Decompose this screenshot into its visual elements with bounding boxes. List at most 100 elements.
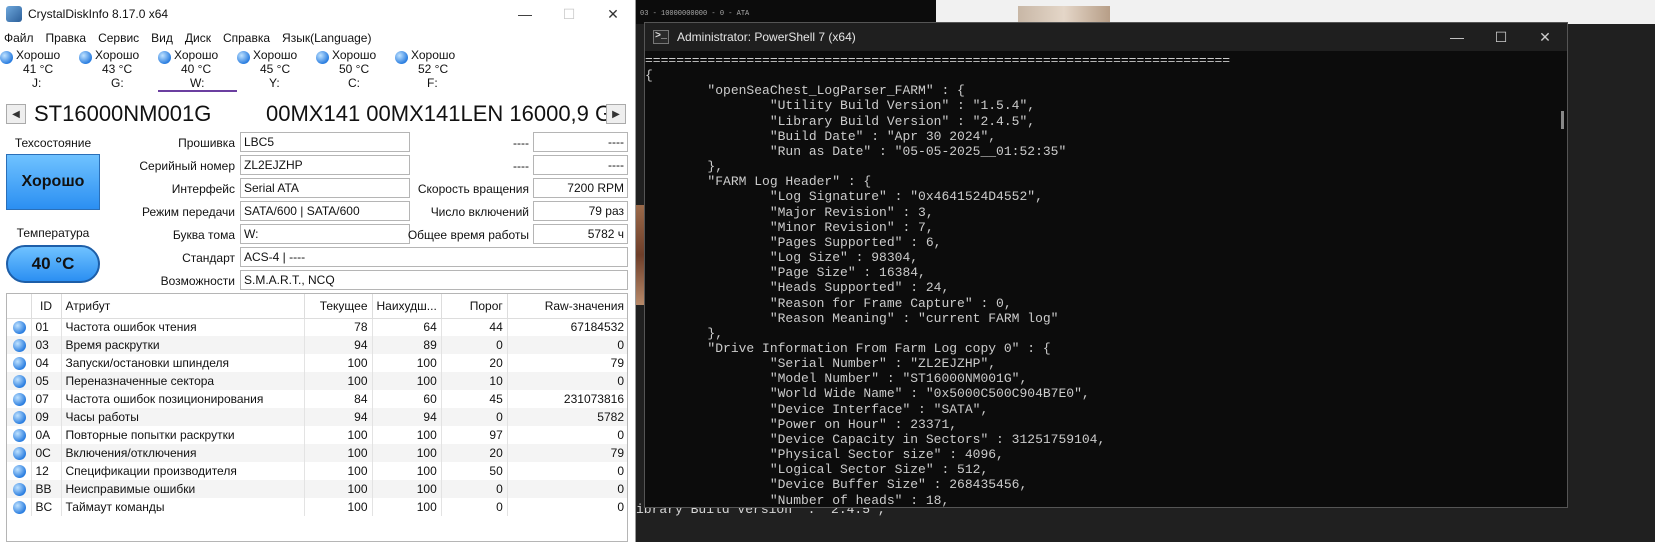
- maximize-button[interactable]: ☐: [547, 6, 591, 23]
- attribute-status-icon: [13, 375, 26, 389]
- worst-value: 100: [372, 426, 442, 444]
- temperature-button[interactable]: 40 °C: [6, 245, 100, 283]
- smart-attributes-table[interactable]: ID Атрибут Текущее Наихудш... Порог Raw-…: [6, 293, 628, 542]
- disk-tab-y[interactable]: Хорошо 45 °C Y:: [237, 48, 316, 92]
- menu-view[interactable]: Вид: [151, 28, 173, 48]
- raw-value: 67184532: [507, 318, 627, 336]
- attribute-status-icon: [13, 447, 26, 461]
- disk-tab-f[interactable]: Хорошо 52 °C F:: [395, 48, 474, 92]
- minimize-button[interactable]: —: [503, 6, 547, 23]
- attribute-name: Частота ошибок чтения: [61, 318, 305, 336]
- table-row[interactable]: 0A Повторные попытки раскрутки 100 100 97 0: [7, 426, 627, 444]
- interface-value: Serial ATA: [240, 178, 410, 198]
- table-row[interactable]: BB Неисправимые ошибки 100 100 0 0: [7, 480, 627, 498]
- attribute-id: BC: [31, 498, 62, 516]
- ps-close-button[interactable]: ✕: [1523, 29, 1567, 46]
- attribute-status-icon: [13, 465, 26, 479]
- placeholder-label-2: ----: [513, 159, 529, 173]
- terminal-line: {: [645, 68, 653, 84]
- threshold-value: 0: [441, 498, 508, 516]
- threshold-value: 10: [441, 372, 508, 390]
- disk-tab-j[interactable]: Хорошо 41 °C J:: [0, 48, 79, 92]
- current-value: 84: [304, 390, 373, 408]
- terminal-line: "Model Number" : "ST16000NM001G",: [645, 371, 1028, 387]
- menu-service[interactable]: Сервис: [98, 28, 139, 48]
- threshold-value: 50: [441, 462, 508, 480]
- disk-temp: 45 °C: [260, 62, 291, 76]
- disk-status: Хорошо: [95, 48, 140, 62]
- close-button[interactable]: ✕: [591, 6, 635, 23]
- disk-status: Хорошо: [411, 48, 456, 62]
- table-row[interactable]: 05 Переназначенные сектора 100 100 10 0: [7, 372, 627, 390]
- attribute-id: 01: [31, 318, 62, 336]
- table-row[interactable]: 03 Время раскрутки 94 89 0 0: [7, 336, 627, 354]
- standard-label: Стандарт: [182, 251, 235, 265]
- terminal-line: "Logical Sector Size" : 512,: [645, 462, 989, 478]
- worst-value: 100: [372, 372, 442, 390]
- terminal-line: "Pages Supported" : 6,: [645, 234, 942, 250]
- disk-letter: W:: [190, 76, 205, 90]
- worst-value: 100: [372, 444, 442, 462]
- column-status[interactable]: [7, 294, 32, 319]
- raw-value: 0: [507, 336, 627, 354]
- column-attribute[interactable]: Атрибут: [61, 294, 305, 319]
- disk-tab-g[interactable]: Хорошо 43 °C G:: [79, 48, 158, 92]
- table-row[interactable]: 12 Спецификации производителя 100 100 50 0: [7, 462, 627, 480]
- terminal-line: "Reason Meaning" : "current FARM log": [645, 310, 1059, 326]
- terminal-output[interactable]: ========================================…: [645, 51, 1567, 507]
- table-row[interactable]: 01 Частота ошибок чтения 78 64 44 67184532: [7, 318, 627, 336]
- previous-disk-button[interactable]: ◀: [6, 104, 26, 124]
- next-disk-button[interactable]: ▶: [606, 104, 626, 124]
- disk-tab-c[interactable]: Хорошо 50 °C C:: [316, 48, 395, 92]
- temperature-label: Температура: [16, 226, 90, 240]
- menu-disk[interactable]: Диск: [185, 28, 211, 48]
- terminal-line: ========================================…: [645, 53, 1231, 68]
- drive-letter-label: Буква тома: [172, 228, 235, 242]
- table-row[interactable]: BC Таймаут команды 100 100 0 0: [7, 498, 627, 516]
- ps-minimize-button[interactable]: —: [1435, 29, 1479, 46]
- attribute-name: Спецификации производителя: [61, 462, 305, 480]
- health-status-button[interactable]: Хорошо: [6, 154, 100, 210]
- status-cell: [7, 318, 32, 336]
- column-raw[interactable]: Raw-значения: [507, 294, 627, 319]
- ps-window-title: Administrator: PowerShell 7 (x64): [677, 30, 856, 44]
- terminal-line: "Run as Date" : "05-05-2025__01:52:35": [645, 143, 1067, 159]
- current-value: 100: [304, 354, 373, 372]
- menu-language[interactable]: Язык(Language): [282, 28, 371, 48]
- terminal-line: "Minor Revision" : 7,: [645, 219, 934, 235]
- column-current[interactable]: Текущее: [304, 294, 373, 319]
- scrollbar-thumb[interactable]: [1561, 111, 1564, 129]
- model-details: 00MX141 00MX141LEN 16000,9 GB: [266, 101, 606, 126]
- column-id[interactable]: ID: [31, 294, 62, 319]
- attribute-name: Переназначенные сектора: [61, 372, 305, 390]
- attribute-name: Включения/отключения: [61, 444, 305, 462]
- attribute-status-icon: [13, 339, 26, 353]
- table-row[interactable]: 04 Запуски/остановки шпинделя 100 100 20 79: [7, 354, 627, 372]
- attribute-name: Неисправимые ошибки: [61, 480, 305, 498]
- raw-value: 79: [507, 354, 627, 372]
- current-value: 94: [304, 408, 373, 426]
- disk-temp: 50 °C: [339, 62, 370, 76]
- ps-maximize-button[interactable]: ☐: [1479, 29, 1523, 46]
- menu-file[interactable]: Файл: [4, 28, 34, 48]
- current-value: 100: [304, 444, 373, 462]
- current-value: 78: [304, 318, 373, 336]
- table-row[interactable]: 0C Включения/отключения 100 100 20 79: [7, 444, 627, 462]
- column-worst[interactable]: Наихудш...: [372, 294, 442, 319]
- disk-status: Хорошо: [253, 48, 298, 62]
- menu-edit[interactable]: Правка: [46, 28, 87, 48]
- disk-tabs: Хорошо 41 °C J: Хорошо 43 °C G: Хорошо 4…: [0, 48, 635, 92]
- menu-help[interactable]: Справка: [223, 28, 270, 48]
- disk-letter: Y:: [269, 76, 280, 90]
- raw-value: 79: [507, 444, 627, 462]
- worst-value: 60: [372, 390, 442, 408]
- table-row[interactable]: 09 Часы работы 94 94 0 5782: [7, 408, 627, 426]
- health-status-icon: [79, 51, 92, 64]
- disk-tab-w[interactable]: Хорошо 40 °C W:: [158, 48, 237, 92]
- attribute-id: 03: [31, 336, 62, 354]
- table-row[interactable]: 07 Частота ошибок позиционирования 84 60 45 2…: [7, 390, 627, 408]
- rotation-speed-label: Скорость вращения: [417, 182, 529, 196]
- terminal-line: },: [645, 325, 724, 341]
- column-threshold[interactable]: Порог: [441, 294, 508, 319]
- terminal-line: "Device Interface" : "SATA",: [645, 401, 989, 417]
